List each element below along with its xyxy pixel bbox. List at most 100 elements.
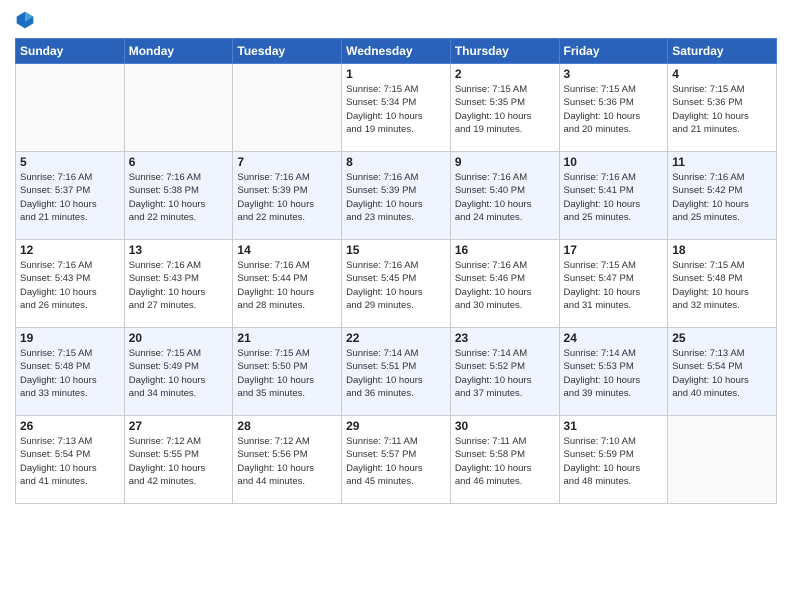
day-info: Sunrise: 7:15 AM Sunset: 5:36 PM Dayligh… xyxy=(564,83,664,136)
day-info: Sunrise: 7:11 AM Sunset: 5:57 PM Dayligh… xyxy=(346,435,446,488)
calendar-cell xyxy=(668,416,777,504)
day-number: 11 xyxy=(672,155,772,169)
calendar-cell: 5 Sunrise: 7:16 AM Sunset: 5:37 PM Daylig… xyxy=(16,152,125,240)
day-number: 23 xyxy=(455,331,555,345)
day-info: Sunrise: 7:14 AM Sunset: 5:52 PM Dayligh… xyxy=(455,347,555,400)
day-info: Sunrise: 7:12 AM Sunset: 5:56 PM Dayligh… xyxy=(237,435,337,488)
day-number: 22 xyxy=(346,331,446,345)
calendar-cell: 13 Sunrise: 7:16 AM Sunset: 5:43 PM Dayli… xyxy=(124,240,233,328)
day-info: Sunrise: 7:16 AM Sunset: 5:38 PM Dayligh… xyxy=(129,171,229,224)
day-number: 20 xyxy=(129,331,229,345)
day-number: 18 xyxy=(672,243,772,257)
calendar-week-row: 5 Sunrise: 7:16 AM Sunset: 5:37 PM Daylig… xyxy=(16,152,777,240)
calendar-cell: 2 Sunrise: 7:15 AM Sunset: 5:35 PM Daylig… xyxy=(450,64,559,152)
calendar-cell: 17 Sunrise: 7:15 AM Sunset: 5:47 PM Dayli… xyxy=(559,240,668,328)
day-info: Sunrise: 7:16 AM Sunset: 5:39 PM Dayligh… xyxy=(237,171,337,224)
calendar-cell: 24 Sunrise: 7:14 AM Sunset: 5:53 PM Dayli… xyxy=(559,328,668,416)
day-info: Sunrise: 7:13 AM Sunset: 5:54 PM Dayligh… xyxy=(20,435,120,488)
day-number: 4 xyxy=(672,67,772,81)
calendar-cell: 14 Sunrise: 7:16 AM Sunset: 5:44 PM Dayli… xyxy=(233,240,342,328)
calendar-cell xyxy=(124,64,233,152)
day-number: 5 xyxy=(20,155,120,169)
calendar-cell: 11 Sunrise: 7:16 AM Sunset: 5:42 PM Dayli… xyxy=(668,152,777,240)
calendar-cell: 12 Sunrise: 7:16 AM Sunset: 5:43 PM Dayli… xyxy=(16,240,125,328)
calendar-cell: 1Sunrise: 7:15 AM Sunset: 5:34 PM Daylig… xyxy=(342,64,451,152)
day-info: Sunrise: 7:15 AM Sunset: 5:49 PM Dayligh… xyxy=(129,347,229,400)
day-number: 14 xyxy=(237,243,337,257)
day-info: Sunrise: 7:15 AM Sunset: 5:48 PM Dayligh… xyxy=(20,347,120,400)
day-number: 29 xyxy=(346,419,446,433)
day-number: 7 xyxy=(237,155,337,169)
calendar-cell: 29 Sunrise: 7:11 AM Sunset: 5:57 PM Dayli… xyxy=(342,416,451,504)
day-number: 16 xyxy=(455,243,555,257)
day-number: 8 xyxy=(346,155,446,169)
day-number: 10 xyxy=(564,155,664,169)
day-info: Sunrise: 7:12 AM Sunset: 5:55 PM Dayligh… xyxy=(129,435,229,488)
day-info: Sunrise: 7:16 AM Sunset: 5:44 PM Dayligh… xyxy=(237,259,337,312)
day-number: 24 xyxy=(564,331,664,345)
calendar-week-row: 12 Sunrise: 7:16 AM Sunset: 5:43 PM Dayli… xyxy=(16,240,777,328)
day-header-sunday: Sunday xyxy=(16,39,125,64)
logo xyxy=(15,10,39,30)
day-number: 26 xyxy=(20,419,120,433)
day-info: Sunrise: 7:16 AM Sunset: 5:39 PM Dayligh… xyxy=(346,171,446,224)
day-info: Sunrise: 7:16 AM Sunset: 5:37 PM Dayligh… xyxy=(20,171,120,224)
day-info: Sunrise: 7:16 AM Sunset: 5:40 PM Dayligh… xyxy=(455,171,555,224)
day-number: 13 xyxy=(129,243,229,257)
calendar-cell: 16 Sunrise: 7:16 AM Sunset: 5:46 PM Dayli… xyxy=(450,240,559,328)
day-number: 12 xyxy=(20,243,120,257)
calendar-cell: 26 Sunrise: 7:13 AM Sunset: 5:54 PM Dayli… xyxy=(16,416,125,504)
day-number: 21 xyxy=(237,331,337,345)
day-header-thursday: Thursday xyxy=(450,39,559,64)
day-header-saturday: Saturday xyxy=(668,39,777,64)
day-info: Sunrise: 7:11 AM Sunset: 5:58 PM Dayligh… xyxy=(455,435,555,488)
calendar-cell: 6Sunrise: 7:16 AM Sunset: 5:38 PM Daylig… xyxy=(124,152,233,240)
day-number: 1 xyxy=(346,67,446,81)
calendar-cell: 22 Sunrise: 7:14 AM Sunset: 5:51 PM Dayli… xyxy=(342,328,451,416)
calendar-header-row: SundayMondayTuesdayWednesdayThursdayFrid… xyxy=(16,39,777,64)
day-number: 31 xyxy=(564,419,664,433)
day-info: Sunrise: 7:13 AM Sunset: 5:54 PM Dayligh… xyxy=(672,347,772,400)
calendar-container: SundayMondayTuesdayWednesdayThursdayFrid… xyxy=(0,0,792,612)
calendar-cell: 20 Sunrise: 7:15 AM Sunset: 5:49 PM Dayli… xyxy=(124,328,233,416)
day-number: 17 xyxy=(564,243,664,257)
calendar-cell: 25 Sunrise: 7:13 AM Sunset: 5:54 PM Dayli… xyxy=(668,328,777,416)
calendar-table: SundayMondayTuesdayWednesdayThursdayFrid… xyxy=(15,38,777,504)
calendar-week-row: 26 Sunrise: 7:13 AM Sunset: 5:54 PM Dayli… xyxy=(16,416,777,504)
calendar-cell: 9 Sunrise: 7:16 AM Sunset: 5:40 PM Daylig… xyxy=(450,152,559,240)
day-info: Sunrise: 7:16 AM Sunset: 5:46 PM Dayligh… xyxy=(455,259,555,312)
day-info: Sunrise: 7:10 AM Sunset: 5:59 PM Dayligh… xyxy=(564,435,664,488)
day-info: Sunrise: 7:16 AM Sunset: 5:43 PM Dayligh… xyxy=(129,259,229,312)
calendar-cell: 21 Sunrise: 7:15 AM Sunset: 5:50 PM Dayli… xyxy=(233,328,342,416)
day-info: Sunrise: 7:15 AM Sunset: 5:48 PM Dayligh… xyxy=(672,259,772,312)
header xyxy=(15,10,777,30)
calendar-cell: 30 Sunrise: 7:11 AM Sunset: 5:58 PM Dayli… xyxy=(450,416,559,504)
day-header-tuesday: Tuesday xyxy=(233,39,342,64)
logo-icon xyxy=(15,10,35,30)
calendar-cell: 8 Sunrise: 7:16 AM Sunset: 5:39 PM Daylig… xyxy=(342,152,451,240)
day-number: 25 xyxy=(672,331,772,345)
day-number: 27 xyxy=(129,419,229,433)
day-number: 30 xyxy=(455,419,555,433)
calendar-cell: 15Sunrise: 7:16 AM Sunset: 5:45 PM Dayli… xyxy=(342,240,451,328)
day-info: Sunrise: 7:16 AM Sunset: 5:42 PM Dayligh… xyxy=(672,171,772,224)
day-info: Sunrise: 7:15 AM Sunset: 5:47 PM Dayligh… xyxy=(564,259,664,312)
calendar-cell: 10 Sunrise: 7:16 AM Sunset: 5:41 PM Dayli… xyxy=(559,152,668,240)
day-number: 28 xyxy=(237,419,337,433)
day-info: Sunrise: 7:15 AM Sunset: 5:35 PM Dayligh… xyxy=(455,83,555,136)
day-info: Sunrise: 7:16 AM Sunset: 5:43 PM Dayligh… xyxy=(20,259,120,312)
day-info: Sunrise: 7:16 AM Sunset: 5:41 PM Dayligh… xyxy=(564,171,664,224)
calendar-cell: 23 Sunrise: 7:14 AM Sunset: 5:52 PM Dayli… xyxy=(450,328,559,416)
calendar-cell xyxy=(233,64,342,152)
calendar-cell: 28 Sunrise: 7:12 AM Sunset: 5:56 PM Dayli… xyxy=(233,416,342,504)
day-number: 2 xyxy=(455,67,555,81)
day-number: 9 xyxy=(455,155,555,169)
day-info: Sunrise: 7:14 AM Sunset: 5:51 PM Dayligh… xyxy=(346,347,446,400)
calendar-week-row: 1Sunrise: 7:15 AM Sunset: 5:34 PM Daylig… xyxy=(16,64,777,152)
calendar-week-row: 19Sunrise: 7:15 AM Sunset: 5:48 PM Dayli… xyxy=(16,328,777,416)
calendar-cell: 19Sunrise: 7:15 AM Sunset: 5:48 PM Dayli… xyxy=(16,328,125,416)
day-info: Sunrise: 7:15 AM Sunset: 5:36 PM Dayligh… xyxy=(672,83,772,136)
day-info: Sunrise: 7:15 AM Sunset: 5:50 PM Dayligh… xyxy=(237,347,337,400)
calendar-cell: 3Sunrise: 7:15 AM Sunset: 5:36 PM Daylig… xyxy=(559,64,668,152)
day-info: Sunrise: 7:14 AM Sunset: 5:53 PM Dayligh… xyxy=(564,347,664,400)
